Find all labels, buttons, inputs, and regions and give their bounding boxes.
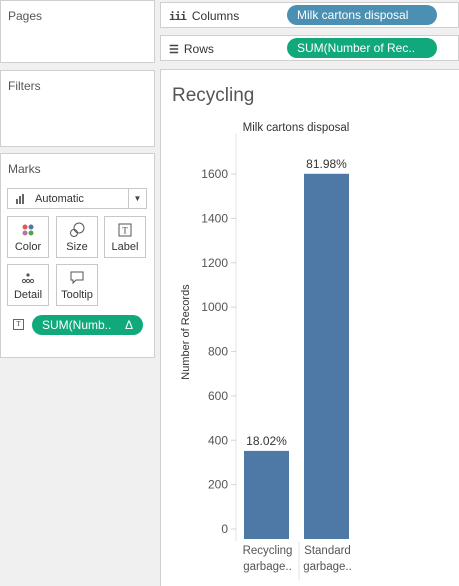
detail-button[interactable]: Detail [7,264,49,306]
bar [244,450,289,539]
bar [304,173,349,539]
y-tick-label: 0 [221,522,228,536]
filters-card[interactable]: Filters [0,70,155,147]
y-tick-label: 1600 [201,167,228,181]
y-tick-label: 600 [208,389,228,403]
label-button[interactable]: T Label [104,216,146,258]
marks-title: Marks [8,162,41,176]
delta-icon: Δ [124,318,133,332]
label-marks-icon: T [13,319,24,330]
pages-card[interactable]: Pages [0,0,155,63]
tableau-app: Pages Filters Marks Automatic ▼ Color Si… [0,0,459,586]
x-category-label: garbage.. [303,561,352,573]
bar-data-label: 18.02% [246,434,287,448]
filters-title: Filters [8,79,41,93]
columns-dimension-pill[interactable]: Milk cartons disposal [287,5,437,25]
chevron-down-icon[interactable]: ▼ [128,189,146,208]
y-tick-label: 1000 [201,300,228,314]
chart-title: Milk cartons disposal [243,122,350,134]
svg-text:T: T [122,226,128,236]
y-tick-label: 400 [208,433,228,447]
tooltip-button[interactable]: Tooltip [56,264,98,306]
rows-icon: ☰ [169,42,179,56]
bar-chart-icon [16,193,30,204]
y-axis-label: Number of Records [180,284,192,380]
worksheet-title: Recycling [172,85,255,106]
color-button-label: Color [14,241,42,253]
y-tick-label: 1200 [201,256,228,270]
columns-pill-text: Milk cartons disposal [297,8,409,22]
y-tick-label: 200 [208,478,228,492]
marks-measure-pill[interactable]: SUM(Numb.. Δ [32,315,143,335]
detail-button-label: Detail [13,289,43,301]
rows-shelf-label: Rows [183,42,214,56]
bar-data-label: 81.98% [306,157,347,171]
rows-pill-text: SUM(Number of Rec.. [297,41,416,55]
columns-icon: iii [169,9,187,23]
y-tick-label: 1400 [201,211,228,225]
speech-bubble-icon [69,269,85,287]
mark-type-dropdown[interactable]: Automatic ▼ [7,188,147,209]
marks-pill-text: SUM(Numb.. [42,318,112,332]
color-button[interactable]: Color [7,216,49,258]
size-button[interactable]: Size [56,216,98,258]
text-t-icon: T [118,221,132,239]
tooltip-button-label: Tooltip [61,289,93,301]
bar-chart[interactable]: Milk cartons disposal 0 200 400 600 800 1000 12… [160,110,459,586]
x-category-label: Recycling [243,545,293,557]
rows-measure-pill[interactable]: SUM(Number of Rec.. [287,38,437,58]
y-tick-label: 800 [208,345,228,359]
size-button-label: Size [66,241,88,253]
detail-dots-icon [21,269,35,287]
mark-type-value: Automatic [35,192,84,205]
columns-shelf-label: Columns [191,9,240,23]
x-category-label: garbage.. [243,561,292,573]
size-circles-icon [69,221,85,239]
x-category-label: Standard [304,545,351,557]
color-dots-icon [21,221,35,239]
label-button-label: Label [111,241,139,253]
pages-title: Pages [8,9,43,23]
